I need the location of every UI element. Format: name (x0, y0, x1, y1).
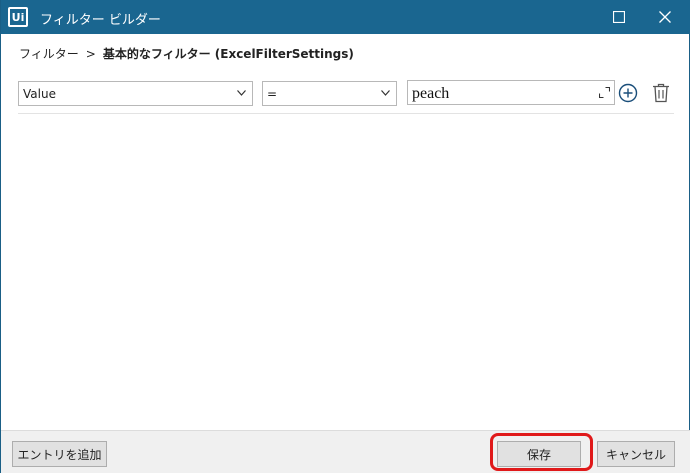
maximize-button[interactable] (597, 0, 641, 34)
add-condition-icon[interactable] (618, 83, 638, 103)
field-select-value: Value (23, 86, 56, 101)
maximize-icon (613, 11, 625, 23)
value-input-text: peach (412, 85, 450, 102)
chevron-down-icon (237, 90, 246, 96)
breadcrumb-root[interactable]: フィルター (19, 45, 79, 62)
save-button[interactable]: 保存 (497, 441, 581, 467)
cancel-button[interactable]: キャンセル (597, 441, 675, 467)
breadcrumb-separator: > (85, 46, 96, 61)
add-entry-button[interactable]: エントリを追加 (12, 441, 107, 467)
close-button[interactable] (643, 0, 687, 34)
title-bar[interactable]: Ui フィルター ビルダー (1, 0, 690, 34)
breadcrumb-current: 基本的なフィルター (ExcelFilterSettings) (102, 47, 354, 61)
dialog-footer: エントリを追加 保存 キャンセル (1, 430, 690, 473)
breadcrumb: フィルター > 基本的なフィルター (ExcelFilterSettings) (19, 45, 354, 62)
expand-editor-icon[interactable] (599, 87, 610, 98)
trash-icon[interactable] (652, 83, 670, 103)
field-select[interactable]: Value (18, 81, 253, 106)
value-input[interactable]: peach (407, 80, 615, 105)
operator-select[interactable]: = (262, 81, 397, 106)
close-icon (659, 11, 671, 23)
chevron-down-icon (381, 90, 390, 96)
operator-select-value: = (267, 86, 278, 101)
uipath-app-icon: Ui (8, 7, 28, 27)
filter-builder-window: Ui フィルター ビルダー フィルター > 基本的なフィルター (ExcelFi… (0, 0, 690, 473)
window-title: フィルター ビルダー (40, 13, 161, 28)
filter-row: Value = peach (18, 80, 674, 114)
